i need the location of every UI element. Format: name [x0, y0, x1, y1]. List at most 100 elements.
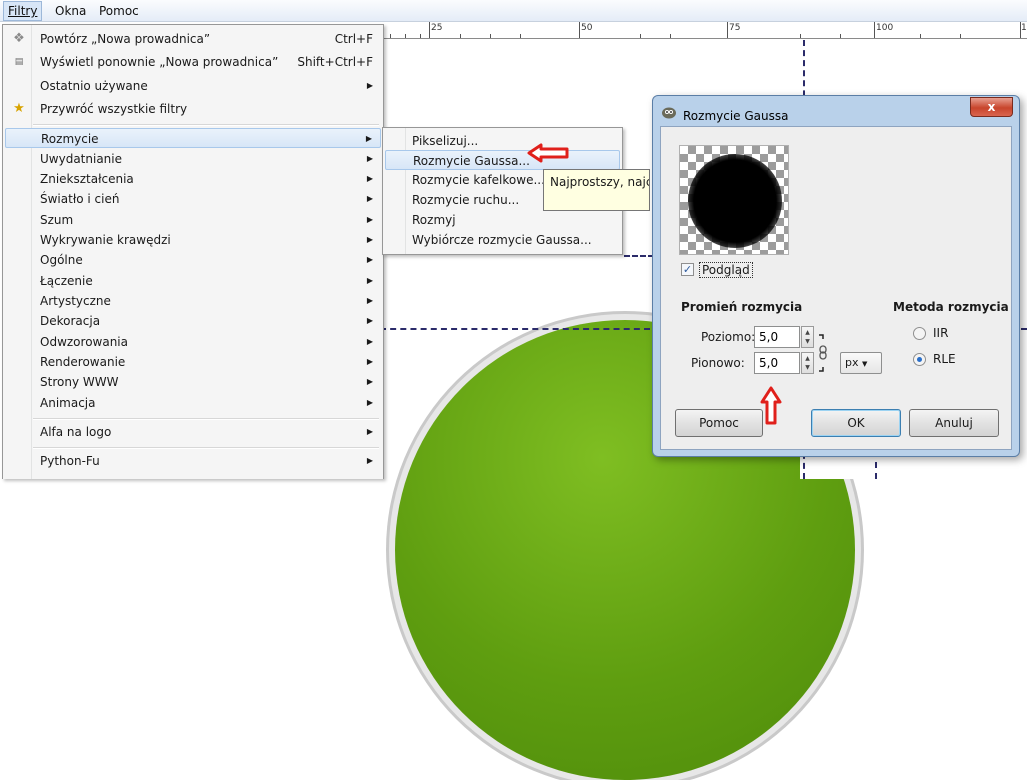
menu-item-label: Odwzorowania	[40, 335, 128, 349]
menu-item-selective-gaussian-blur[interactable]: Wybiórcze rozmycie Gaussa...	[385, 230, 620, 250]
spin-up-icon: ▲	[805, 329, 810, 336]
ruler-label: 50	[581, 23, 593, 33]
menu-item-label: Wybiórcze rozmycie Gaussa...	[412, 233, 592, 247]
menu-item-python-fu[interactable]: Python-Fu ▶	[5, 451, 381, 471]
menu-item-artistic[interactable]: Artystyczne ▶	[5, 291, 381, 311]
menu-item-blur[interactable]: Rozmycie ▶	[5, 128, 381, 148]
ok-button[interactable]: OK	[811, 409, 901, 437]
blur-preview	[679, 145, 789, 255]
menu-item-label: Python-Fu	[40, 454, 100, 468]
menu-item-label: Powtórz „Nowa prowadnica”	[40, 32, 211, 46]
horizontal-guide[interactable]	[380, 328, 650, 330]
ruler-tick	[840, 34, 841, 38]
submenu-arrow-icon: ▶	[366, 81, 373, 90]
menu-item-label: Strony WWW	[40, 375, 119, 389]
menu-separator	[33, 447, 379, 449]
menu-item-label: Łączenie	[40, 274, 93, 288]
dialog-body: ✓ Podgląd Promień rozmycia Metoda rozmyc…	[660, 126, 1012, 450]
horizontal-radius-input[interactable]	[754, 326, 800, 348]
menu-windows[interactable]: Okna	[55, 4, 86, 18]
method-iir-radio[interactable]	[913, 327, 926, 340]
menu-item-label: Wyświetl ponownie „Nowa prowadnica”	[40, 55, 279, 69]
tooltip: Najprostszy, najczę	[543, 169, 650, 211]
horizontal-ruler[interactable]: 25 50 75 100 1	[380, 22, 1027, 39]
ruler-tick	[800, 34, 801, 38]
menu-filters[interactable]: Filtry	[3, 1, 43, 21]
horizontal-spin-button[interactable]: ▲ ▼	[801, 326, 814, 348]
help-button[interactable]: Pomoc	[675, 409, 763, 437]
submenu-arrow-icon: ▶	[366, 427, 373, 436]
menu-item-label: Ostatnio używane	[40, 79, 148, 93]
menu-item-label: Uwydatnianie	[40, 152, 122, 166]
menu-item-distorts[interactable]: Zniekształcenia ▶	[5, 169, 381, 189]
submenu-arrow-icon: ▶	[366, 398, 373, 407]
menu-item-light-shadow[interactable]: Światło i cień ▶	[5, 189, 381, 209]
preview-label[interactable]: Podgląd	[699, 262, 753, 278]
menu-item-label: Renderowanie	[40, 355, 126, 369]
reshow-icon: ▤	[14, 57, 24, 67]
method-rle-radio[interactable]	[913, 353, 926, 366]
reset-filters-icon: ★	[13, 101, 25, 116]
submenu-arrow-icon: ▶	[366, 154, 373, 163]
ruler-tick	[490, 34, 491, 38]
menu-help[interactable]: Pomoc	[99, 4, 139, 18]
menu-item-map[interactable]: Odwzorowania ▶	[5, 332, 381, 352]
menu-item-edge-detect[interactable]: Wykrywanie krawędzi ▶	[5, 230, 381, 250]
vertical-label: Pionowo:	[691, 356, 745, 370]
menu-item-render[interactable]: Renderowanie ▶	[5, 352, 381, 372]
menubar: Filtry Okna Pomoc	[0, 0, 1027, 22]
menu-item-label: Rozmycie ruchu...	[412, 193, 520, 207]
close-button[interactable]: x	[970, 97, 1013, 117]
menu-item-label: Alfa na logo	[40, 425, 112, 439]
menu-item-repeat[interactable]: ❖ Powtórz „Nowa prowadnica” Ctrl+F	[5, 29, 381, 49]
horizontal-label: Poziomo:	[701, 330, 756, 344]
submenu-arrow-icon: ▶	[366, 174, 373, 183]
chain-link-icon[interactable]	[817, 333, 829, 373]
method-iir-label[interactable]: IIR	[933, 326, 948, 340]
menu-item-label: Szum	[40, 213, 74, 227]
spin-down-icon: ▼	[805, 364, 810, 371]
unit-dropdown[interactable]: px ▼	[840, 352, 882, 374]
menu-item-label: Wykrywanie krawędzi	[40, 233, 171, 247]
menu-item-label: Pikselizuj...	[412, 134, 479, 148]
preview-checkbox[interactable]: ✓	[681, 263, 694, 276]
gimp-icon	[662, 107, 676, 119]
menu-item-animation[interactable]: Animacja ▶	[5, 393, 381, 413]
menu-item-decor[interactable]: Dekoracja ▶	[5, 311, 381, 331]
ruler-tick	[960, 34, 961, 38]
submenu-arrow-icon: ▶	[366, 194, 373, 203]
menu-item-web[interactable]: Strony WWW ▶	[5, 372, 381, 392]
menu-item-noise[interactable]: Szum ▶	[5, 210, 381, 230]
menu-item-gaussian-blur[interactable]: Rozmycie Gaussa...	[385, 150, 620, 170]
method-rle-label[interactable]: RLE	[933, 352, 956, 366]
submenu-arrow-icon: ▶	[366, 215, 373, 224]
cancel-button[interactable]: Anuluj	[909, 409, 999, 437]
menu-item-label: Animacja	[40, 396, 96, 410]
cancel-button-label: Anuluj	[935, 416, 973, 430]
ruler-tick	[727, 22, 728, 38]
menu-item-blur[interactable]: Rozmyj	[385, 210, 620, 230]
vertical-radius-input[interactable]	[754, 352, 800, 374]
menu-item-recent[interactable]: Ostatnio używane ▶	[5, 76, 381, 96]
shortcut-label: Ctrl+F	[334, 32, 373, 46]
menu-item-enhance[interactable]: Uwydatnianie ▶	[5, 149, 381, 169]
menu-item-reshow[interactable]: ▤ Wyświetl ponownie „Nowa prowadnica” Sh…	[5, 52, 381, 72]
menu-item-reset-filters[interactable]: ★ Przywróć wszystkie filtry	[5, 99, 381, 119]
ruler-tick	[429, 22, 430, 38]
horizontal-guide[interactable]	[624, 255, 654, 257]
vertical-spin-button[interactable]: ▲ ▼	[801, 352, 814, 374]
submenu-arrow-icon: ▶	[366, 316, 373, 325]
ruler-tick	[874, 22, 875, 38]
dialog-titlebar[interactable]: Rozmycie Gaussa x	[653, 96, 1019, 126]
menu-item-alpha-to-logo[interactable]: Alfa na logo ▶	[5, 422, 381, 442]
submenu-arrow-icon: ▶	[365, 134, 372, 143]
menu-item-pixelize[interactable]: Pikselizuj...	[385, 131, 620, 151]
menu-item-combine[interactable]: Łączenie ▶	[5, 271, 381, 291]
menu-item-label: Przywróć wszystkie filtry	[40, 102, 188, 116]
radius-section-title: Promień rozmycia	[681, 300, 803, 314]
menu-item-generic[interactable]: Ogólne ▶	[5, 250, 381, 270]
ruler-tick	[920, 34, 921, 38]
ruler-tick	[670, 34, 671, 38]
submenu-arrow-icon: ▶	[366, 235, 373, 244]
ruler-label: 75	[729, 23, 741, 33]
